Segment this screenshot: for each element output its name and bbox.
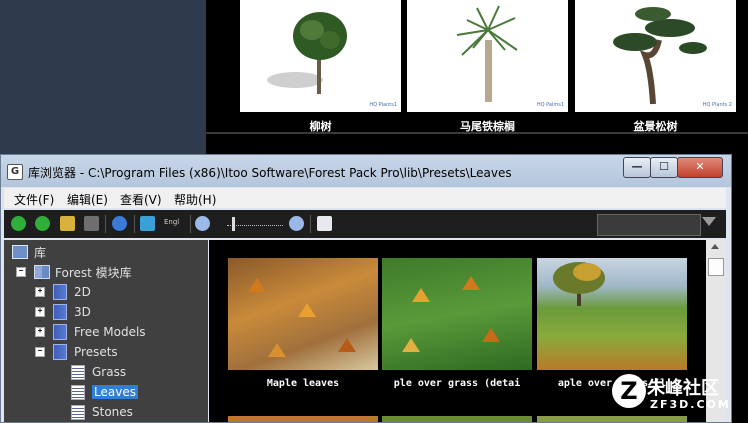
folder-icon [53, 344, 67, 360]
tree-item-label: 3D [74, 305, 91, 319]
toolbar-separator [105, 215, 106, 233]
tree-item-label: Forest 模块库 [55, 265, 132, 280]
tree-item-grass[interactable]: Grass [71, 363, 126, 381]
app-icon[interactable]: G [7, 164, 23, 180]
thumbnail-maple-leaves[interactable] [228, 258, 378, 370]
tree-thumbnail-willow[interactable]: HQ Plants1 [240, 0, 401, 112]
tree-item-free-models[interactable]: + Free Models [35, 323, 146, 341]
collapse-icon[interactable]: − [16, 267, 26, 277]
tree-root[interactable]: 库 [12, 243, 46, 261]
menu-help[interactable]: 帮助(H) [174, 191, 216, 208]
open-folder-icon[interactable] [60, 216, 75, 231]
language-icon[interactable]: Engl [164, 218, 179, 226]
preset-list-icon [71, 404, 85, 420]
forward-icon[interactable] [35, 216, 50, 231]
folder-icon [53, 324, 67, 340]
scrollbar-thumb[interactable] [708, 258, 724, 276]
tree-item-3d[interactable]: + 3D [35, 303, 91, 321]
expand-icon[interactable]: + [35, 287, 45, 297]
leaf-shape [482, 328, 500, 342]
menu-edit[interactable]: 编辑(E) [67, 191, 108, 208]
preset-list-icon [71, 384, 85, 400]
preset-list-icon [71, 364, 85, 380]
toolbar-separator [190, 215, 191, 233]
tree-item-stones[interactable]: Stones [71, 403, 133, 421]
thumbnail-maple-over-grass-detail[interactable] [382, 258, 532, 370]
zoom-in-icon[interactable] [289, 216, 304, 231]
tree-item-label: Presets [74, 345, 118, 359]
title-bar[interactable]: G 库浏览器 - C:\Program Files (x86)\Itoo Sof… [1, 155, 731, 187]
collapse-icon[interactable]: − [35, 347, 45, 357]
thumbnail-next-row[interactable] [228, 416, 378, 422]
filter-icon[interactable] [702, 217, 716, 226]
tree-item-forest-library[interactable]: − Forest 模块库 [16, 263, 132, 281]
divider [206, 132, 748, 134]
tree-thumbnail-bonsai[interactable]: HQ Plants 2 [575, 0, 736, 112]
tree-root-label: 库 [34, 245, 47, 260]
palm-tree-image [456, 5, 518, 102]
tree-item-label-selected: Leaves [92, 385, 138, 399]
search-input[interactable] [597, 214, 701, 236]
sort-icon[interactable] [140, 216, 155, 231]
thumbnail-watermark: HQ Palms1 [536, 102, 564, 108]
site-logo-icon: Z [612, 374, 646, 408]
tree-item-label: Stones [92, 405, 133, 419]
refresh-icon[interactable] [112, 216, 127, 231]
leaf-shape [338, 338, 356, 352]
close-button[interactable]: ✕ [677, 157, 723, 178]
thumbnail-next-row[interactable] [382, 416, 532, 422]
zoom-slider-thumb[interactable] [232, 217, 235, 231]
book-icon [34, 265, 50, 279]
thumbnail-label: ple over grass (detai [393, 378, 521, 389]
save-icon[interactable] [84, 216, 99, 231]
leaf-shape [402, 338, 420, 352]
expand-icon[interactable]: + [35, 307, 45, 317]
maple-tree-image [553, 262, 605, 306]
tree-item-label: Free Models [74, 325, 146, 339]
zoom-out-icon[interactable] [195, 216, 210, 231]
library-tree: 库 − Forest 模块库 + 2D + 3D + Free Models −… [4, 240, 208, 422]
leaf-shape [248, 278, 266, 292]
thumbnail-watermark: HQ Plants1 [369, 102, 397, 108]
folder-icon [53, 284, 67, 300]
toolbar: Engl [4, 210, 726, 238]
thumbnail-watermark: HQ Plants 2 [702, 102, 732, 108]
expand-icon[interactable]: + [35, 327, 45, 337]
tree-thumbnail-palm[interactable]: HQ Palms1 [407, 0, 568, 112]
leaf-shape [268, 343, 286, 357]
bonsai-tree-image [613, 7, 707, 105]
watermark-text-cn: 朱峰社区 [647, 378, 719, 399]
background-panel-lower [0, 121, 212, 154]
toolbar-separator [310, 215, 311, 233]
maximize-button[interactable]: ☐ [650, 157, 678, 178]
folder-icon [53, 304, 67, 320]
minimize-button[interactable]: — [623, 157, 651, 178]
leaf-shape [412, 288, 430, 302]
menu-bar: 文件(F) 编辑(E) 查看(V) 帮助(H) [4, 188, 726, 208]
back-icon[interactable] [11, 216, 26, 231]
window-title: 库浏览器 - C:\Program Files (x86)\Itoo Softw… [28, 166, 512, 180]
tree-item-2d[interactable]: + 2D [35, 283, 91, 301]
watermark-text-en: ZF3D.COM [650, 398, 731, 411]
thumbnail-next-row[interactable] [537, 416, 687, 422]
toolbar-separator [134, 215, 135, 233]
thumbnail-label: Maple leaves [266, 378, 340, 389]
thumbnail-maple-over-grass-large[interactable] [537, 258, 687, 370]
checklist-icon[interactable] [317, 216, 332, 231]
menu-file[interactable]: 文件(F) [14, 191, 54, 208]
tree-item-label: 2D [74, 285, 91, 299]
tree-item-label: Grass [92, 365, 127, 379]
scroll-up-icon[interactable] [711, 244, 719, 249]
leaf-shape [298, 303, 316, 317]
willow-tree-image [267, 12, 347, 94]
tree-item-leaves[interactable]: Leaves [71, 383, 138, 401]
top-gallery: HQ Plants1 HQ Palms1 HQ Plants 2 柳树 马尾铁棕… [206, 0, 748, 154]
tree-item-presets[interactable]: − Presets [35, 343, 118, 361]
background-panel [0, 0, 206, 121]
zoom-slider[interactable] [227, 223, 283, 226]
leaf-shape [462, 276, 480, 290]
library-root-icon [12, 245, 28, 259]
menu-view[interactable]: 查看(V) [120, 191, 162, 208]
